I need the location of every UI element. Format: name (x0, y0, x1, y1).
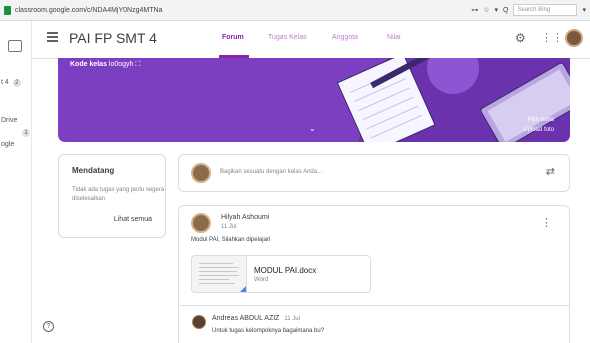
word-file-icon (238, 286, 246, 292)
account-avatar[interactable] (565, 29, 583, 47)
document-thumbnail (192, 256, 247, 292)
sidebar-badge: 2 (12, 79, 21, 87)
sidebar-badge: 1 (22, 129, 30, 137)
class-banner: Kode kelas lo0ogyh ⛶ ⌄ Pilih tema Upload… (58, 58, 570, 142)
divider (179, 305, 569, 306)
sidebar-item-3[interactable]: 1 (20, 129, 30, 137)
upcoming-description: Tidak ada tugas yang perlu segera disele… (72, 187, 165, 202)
repost-icon[interactable]: ⇄ (546, 165, 555, 178)
banner-actions: Pilih tema Upload foto (523, 115, 554, 135)
sidebar-tab-icon[interactable] (8, 40, 22, 52)
classroom-header: PAI FP SMT 4 Forum Tugas Kelas Anggota N… (32, 21, 590, 59)
search-dropdown-icon[interactable]: ▾ (582, 6, 586, 14)
upload-photo-link[interactable]: Upload foto (523, 125, 554, 135)
post-date: 11 Jul (221, 224, 237, 230)
fullscreen-icon[interactable]: ⛶ (135, 61, 140, 68)
favicon-icon (4, 5, 11, 15)
post-body: Modul PAI, Silahkan dipelajari (191, 237, 271, 243)
browser-address-bar: classroom.google.com/c/NDA4MjY0Nzg4MTNa … (0, 0, 590, 21)
tab-anggota[interactable]: Anggota (332, 34, 358, 41)
browser-toolbar: ⊶ ☆ ▾ Q Search Bing ▾ (471, 4, 586, 16)
search-input[interactable]: Search Bing (513, 4, 578, 16)
post-author: Hilyah Ashoumi (221, 214, 270, 221)
share-placeholder[interactable]: Bagikan sesuatu dengan kelas Anda... (220, 169, 322, 175)
chevron-down-icon[interactable]: ⌄ (309, 124, 316, 133)
select-theme-link[interactable]: Pilih tema (523, 115, 554, 125)
tab-tugas-kelas[interactable]: Tugas Kelas (268, 34, 307, 41)
class-code: Kode kelas lo0ogyh ⛶ (70, 61, 140, 69)
tab-nilai[interactable]: Nilai (387, 34, 401, 41)
upcoming-title: Mendatang (72, 166, 115, 175)
class-code-value[interactable]: lo0ogyh (109, 61, 134, 68)
sidebar-item-1[interactable]: t 4 2 (1, 79, 21, 87)
avatar (191, 213, 211, 233)
menu-icon[interactable] (47, 32, 58, 42)
upcoming-card: Mendatang Tidak ada tugas yang perlu seg… (58, 154, 166, 238)
attachment-type: Word (254, 277, 269, 283)
comment-avatar (192, 315, 206, 329)
attachment-card[interactable]: MODUL PAI.docx Word (191, 255, 371, 293)
share-box[interactable]: Bagikan sesuatu dengan kelas Anda... ⇄ (178, 154, 570, 192)
sidebar-item-2[interactable]: Drive (1, 117, 17, 124)
comment-text: Untuk tugas kelompoknya bagaimana bu? (212, 328, 325, 334)
dropdown-icon[interactable]: ▾ (495, 6, 499, 14)
url-text[interactable]: classroom.google.com/c/NDA4MjY0Nzg4MTNa (15, 7, 162, 14)
help-icon[interactable]: ? (43, 321, 54, 332)
settings-icon[interactable]: ⚙ (515, 31, 526, 45)
comment-author-line: Andreas ABDUL AZIZ 11 Jul (212, 315, 300, 322)
search-placeholder: Search Bing (517, 7, 551, 13)
comment-date: 11 Jul (284, 316, 300, 322)
class-code-label: Kode kelas (70, 61, 107, 68)
key-icon[interactable]: ⊶ (471, 6, 478, 14)
class-title[interactable]: PAI FP SMT 4 (69, 30, 157, 46)
post-card: Hilyah Ashoumi 11 Jul ⋮ Modul PAI, Silah… (178, 205, 570, 343)
left-sidebar: t 4 2 Drive 1 ogle (0, 21, 32, 343)
more-options-icon[interactable]: ⋮ (541, 216, 552, 229)
tab-forum[interactable]: Forum (222, 34, 244, 41)
sidebar-item-4[interactable]: ogle (1, 141, 14, 148)
bookmark-icon[interactable]: ☆ (483, 6, 489, 14)
view-all-link[interactable]: Lihat semua (114, 216, 152, 223)
avatar (191, 163, 211, 183)
attachment-name: MODUL PAI.docx (254, 266, 317, 275)
search-engine-icon[interactable]: Q (503, 7, 508, 14)
comment-author: Andreas ABDUL AZIZ (212, 315, 280, 322)
